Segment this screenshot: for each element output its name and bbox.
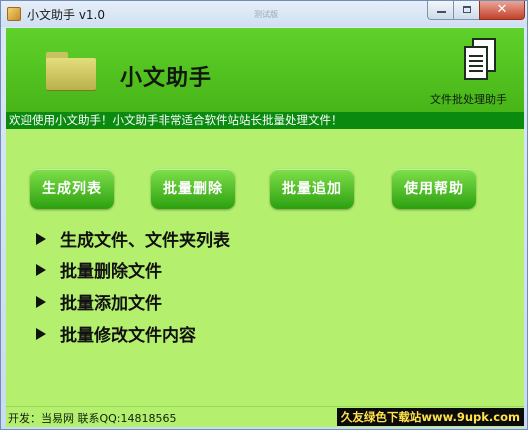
batch-delete-button[interactable]: 批量删除 <box>151 169 235 209</box>
feature-item: 批量添加文件 <box>36 292 162 316</box>
site-watermark: 久友绿色下载站www.9upk.com <box>336 408 524 426</box>
generate-list-button[interactable]: 生成列表 <box>30 169 114 209</box>
feature-item: 批量修改文件内容 <box>36 324 196 348</box>
maximize-button[interactable] <box>453 1 480 20</box>
header-banner: 小文助手 文件批处理助手 <box>6 28 524 112</box>
feature-item: 批量删除文件 <box>36 260 162 284</box>
title-bar[interactable]: 小文助手 v1.0 测试版 ✕ <box>1 1 527 27</box>
feature-text: 批量添加文件 <box>60 294 162 314</box>
batch-append-button[interactable]: 批量追加 <box>270 169 354 209</box>
status-bar: 开发：当易网 联系QQ:14818565 久友绿色下载站www.9upk.com <box>6 406 524 427</box>
documents-icon <box>464 38 498 82</box>
app-icon <box>7 7 21 21</box>
close-icon: ✕ <box>496 2 508 17</box>
welcome-marquee: 欢迎使用小文助手！小文助手非常适合软件站站长批量处理文件！ <box>6 112 524 129</box>
help-button[interactable]: 使用帮助 <box>392 169 476 209</box>
folder-icon <box>46 52 96 90</box>
banner-subtitle: 文件批处理助手 <box>430 93 507 106</box>
window-title: 小文助手 v1.0 <box>27 8 106 22</box>
feature-item: 生成文件、文件夹列表 <box>36 229 230 253</box>
banner-title: 小文助手 <box>120 66 213 91</box>
arrow-right-icon <box>36 264 46 276</box>
close-button[interactable]: ✕ <box>479 1 525 20</box>
feature-text: 生成文件、文件夹列表 <box>60 231 230 251</box>
feature-text: 批量修改文件内容 <box>60 326 196 346</box>
feature-text: 批量删除文件 <box>60 262 162 282</box>
title-watermark: 测试版 <box>254 10 278 19</box>
developer-info: 开发：当易网 联系QQ:14818565 <box>8 412 177 425</box>
minimize-button[interactable] <box>427 1 454 20</box>
arrow-right-icon <box>36 296 46 308</box>
arrow-right-icon <box>36 328 46 340</box>
main-content: 生成列表 批量删除 批量追加 使用帮助 生成文件、文件夹列表 批量删除文件 批量… <box>6 129 524 406</box>
app-window: 小文助手 v1.0 测试版 ✕ 小文助手 文件批处理助手 欢迎使用小文助手！小文… <box>0 0 528 430</box>
arrow-right-icon <box>36 233 46 245</box>
